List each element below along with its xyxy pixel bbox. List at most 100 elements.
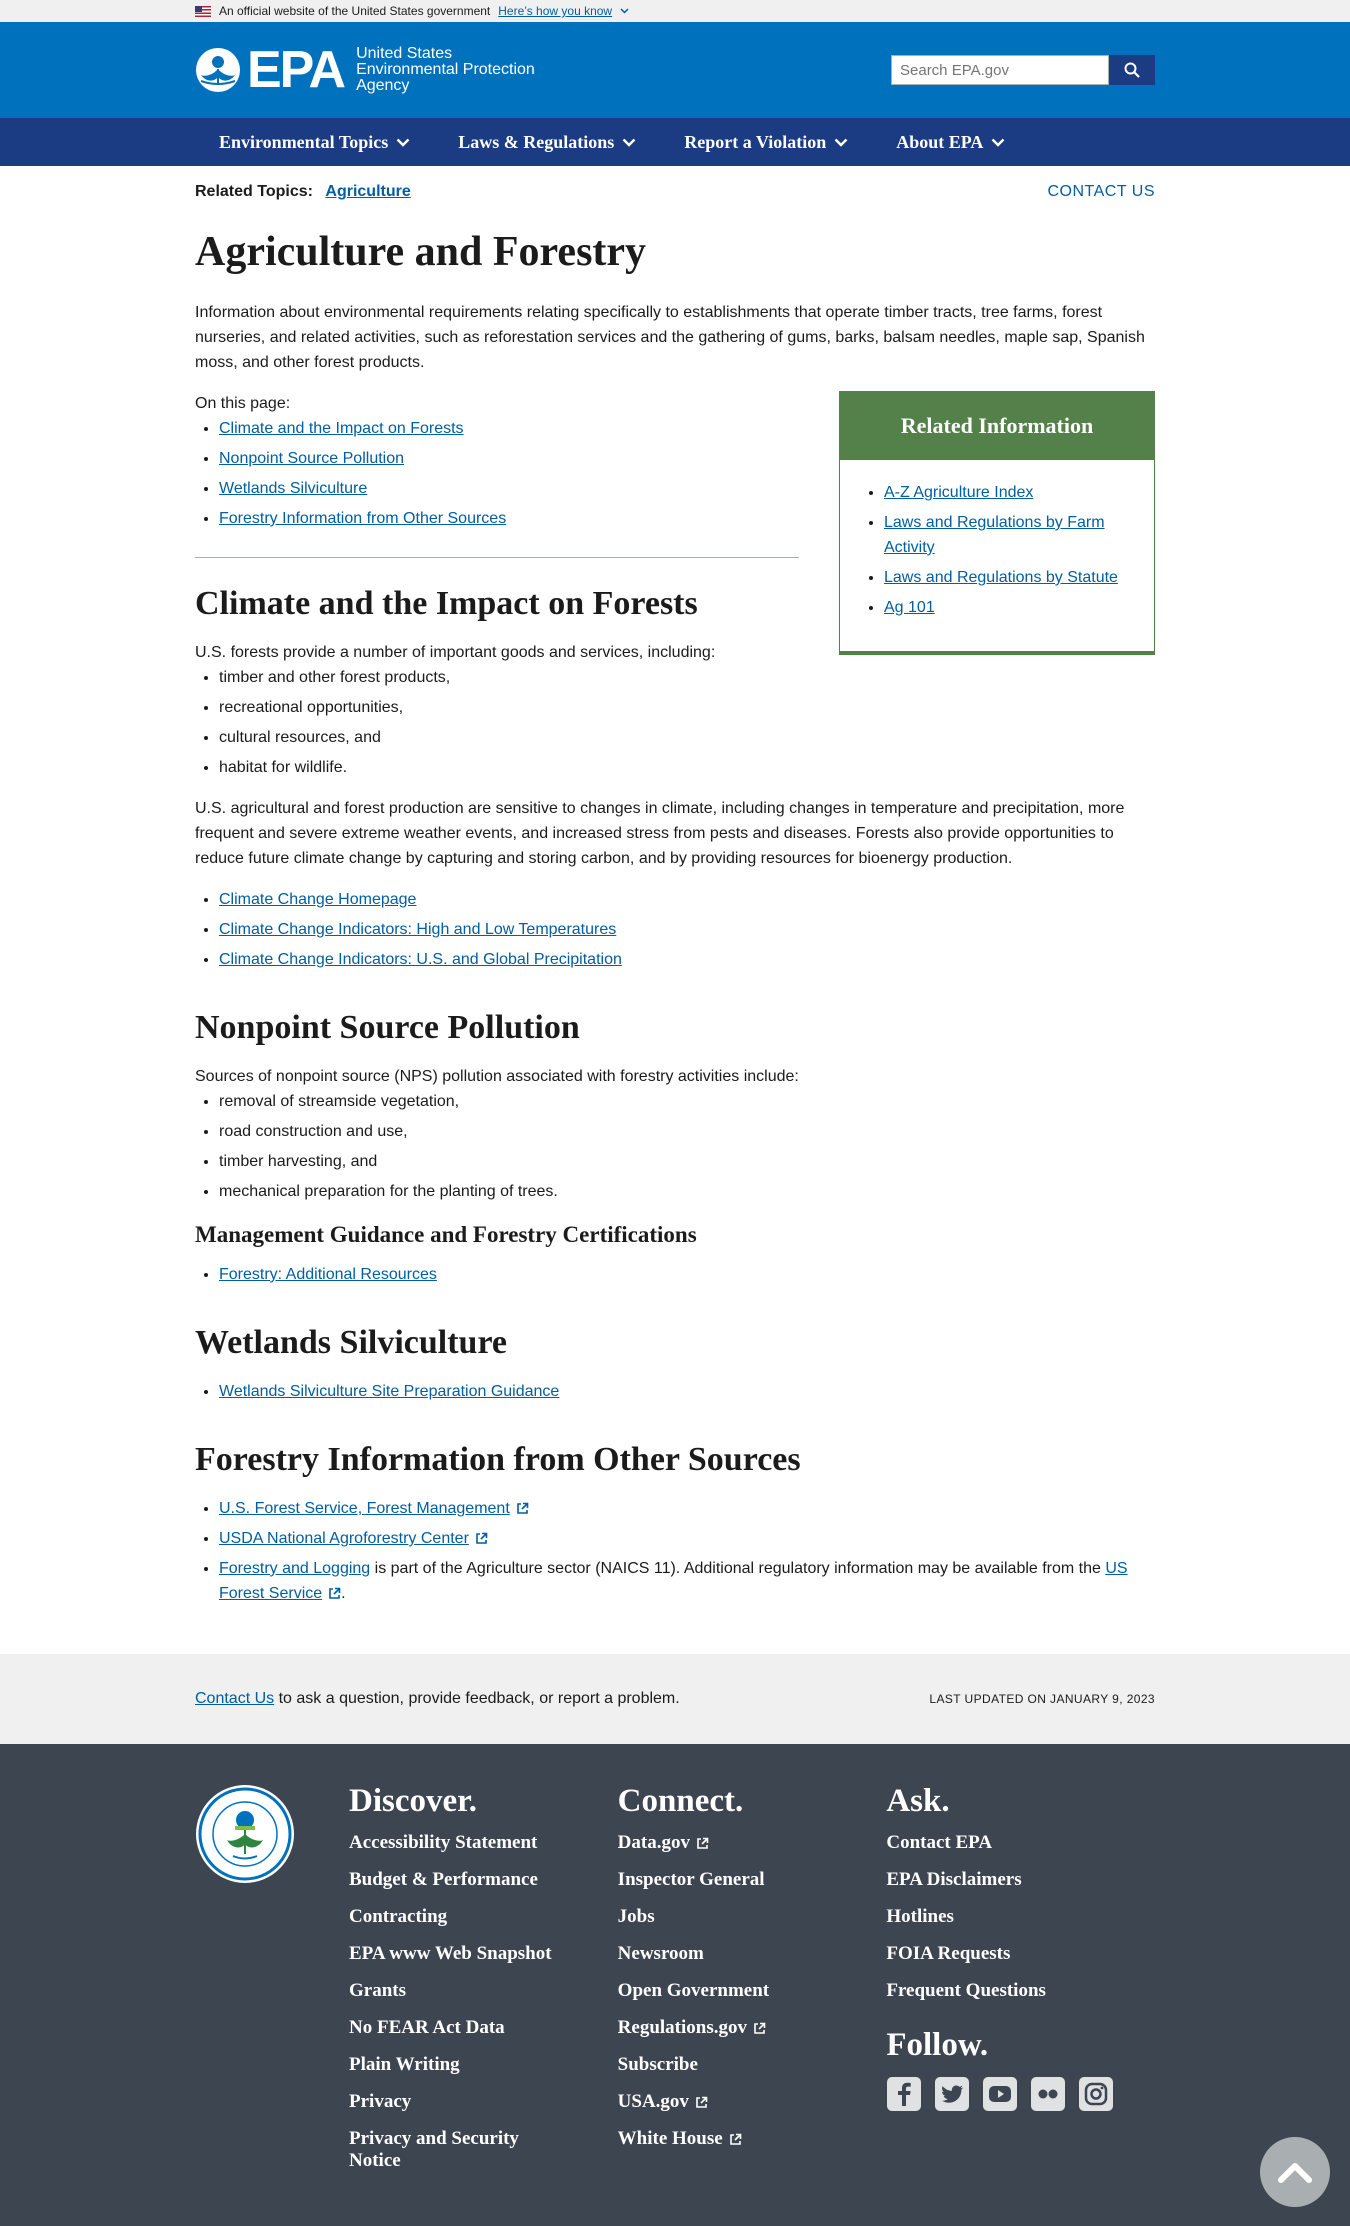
subheading-management-guidance: Management Guidance and Forestry Certifi… xyxy=(195,1222,697,1247)
divider xyxy=(195,557,799,558)
gov-banner: An official website of the United States… xyxy=(0,0,1350,22)
instagram-icon[interactable] xyxy=(1078,2076,1114,2112)
agroforestry-center-link[interactable]: USDA National Agroforestry Center xyxy=(219,1530,469,1547)
list-item: cultural resources, and xyxy=(219,725,1155,750)
nav-report-violation[interactable]: Report a Violation xyxy=(660,132,872,153)
search-input[interactable] xyxy=(891,55,1109,85)
forestry-resources-link[interactable]: Forestry: Additional Resources xyxy=(219,1266,437,1283)
back-to-top-button[interactable] xyxy=(1260,2137,1330,2207)
footer-link[interactable]: Newsroom xyxy=(618,1943,887,1965)
chevron-down-icon xyxy=(834,138,848,147)
gov-banner-text: An official website of the United States… xyxy=(219,4,491,18)
related-topic-agriculture-link[interactable]: Agriculture xyxy=(325,183,410,200)
toc-link[interactable]: Forestry Information from Other Sources xyxy=(219,510,506,527)
footer-link[interactable]: Grants xyxy=(349,1980,618,2002)
heres-how-you-know-link[interactable]: Here’s how you know xyxy=(498,0,612,22)
nav-environmental-topics[interactable]: Environmental Topics xyxy=(195,132,434,153)
forest-service-link[interactable]: U.S. Forest Service, Forest Management xyxy=(219,1500,510,1517)
facebook-icon[interactable] xyxy=(886,2076,922,2112)
intro-paragraph: Information about environmental requirem… xyxy=(195,304,1145,371)
footer-link[interactable]: Inspector General xyxy=(618,1869,887,1891)
footer-link[interactable]: No FEAR Act Data xyxy=(349,2017,618,2039)
external-link-icon xyxy=(754,2022,766,2034)
main-content: Related Topics: Agriculture CONTACT US A… xyxy=(0,166,1350,2226)
footer-ask: Ask. Contact EPA EPA Disclaimers Hotline… xyxy=(886,1784,1155,2187)
footer-link-item[interactable]: Data.gov xyxy=(618,1832,887,1854)
search-icon xyxy=(1124,62,1140,78)
toc-link[interactable]: Nonpoint Source Pollution xyxy=(219,450,404,467)
forestry-logging-link[interactable]: Forestry and Logging xyxy=(219,1560,370,1577)
chevron-down-icon xyxy=(396,138,410,147)
twitter-icon[interactable] xyxy=(934,2076,970,2112)
footer-link[interactable]: EPA www Web Snapshot xyxy=(349,1943,618,1965)
footer-link[interactable]: Hotlines xyxy=(886,1906,1155,1928)
social-links xyxy=(886,2076,1155,2112)
chevron-up-icon xyxy=(1278,2163,1312,2183)
flickr-icon[interactable] xyxy=(1030,2076,1066,2112)
footer-link-item[interactable]: USA.gov xyxy=(618,2091,887,2113)
footer-link[interactable]: Subscribe xyxy=(618,2054,887,2076)
footer-link[interactable]: Budget & Performance xyxy=(349,1869,618,1891)
list-item: removal of streamside vegetation, xyxy=(219,1089,1155,1114)
climate-link[interactable]: Climate Change Indicators: U.S. and Glob… xyxy=(219,951,622,968)
sidebar-link[interactable]: Laws and Regulations by Farm Activity xyxy=(884,514,1105,556)
nps-lead: Sources of nonpoint source (NPS) polluti… xyxy=(195,1068,799,1085)
external-link-icon xyxy=(516,1502,529,1514)
agency-name: United States Environmental Protection A… xyxy=(356,45,535,94)
section-heading-wetlands: Wetlands Silviculture xyxy=(195,1324,508,1361)
site-footer: Discover. Accessibility Statement Budget… xyxy=(0,1744,1350,2226)
footer-link-item[interactable]: Regulations.gov xyxy=(618,2017,887,2039)
epa-logo[interactable]: EPA United States Environmental Protecti… xyxy=(195,44,535,96)
last-updated: LAST UPDATED ON JANUARY 9, 2023 xyxy=(929,1692,1155,1706)
footer-link[interactable]: EPA Disclaimers xyxy=(886,1869,1155,1891)
us-flag-icon xyxy=(195,5,211,17)
main-nav: Environmental Topics Laws & Regulations … xyxy=(0,118,1350,166)
footer-link[interactable]: Accessibility Statement xyxy=(349,1832,618,1854)
external-link-icon xyxy=(476,1532,488,1544)
footer-connect: Connect. Data.gov Inspector General Jobs… xyxy=(618,1784,887,2187)
youtube-icon[interactable] xyxy=(982,2076,1018,2112)
toc-link[interactable]: Climate and the Impact on Forests xyxy=(219,420,464,437)
search-form xyxy=(891,55,1155,85)
footer-link[interactable]: Contracting xyxy=(349,1906,618,1928)
feedback-bar: Contact Us to ask a question, provide fe… xyxy=(0,1654,1350,1744)
list-item: road construction and use, xyxy=(219,1119,1155,1144)
footer-heading-follow: Follow. xyxy=(886,2027,989,2063)
footer-link-item[interactable]: White House xyxy=(618,2128,887,2150)
climate-link[interactable]: Climate Change Homepage xyxy=(219,891,416,908)
chevron-down-icon xyxy=(622,138,636,147)
wetlands-guidance-link[interactable]: Wetlands Silviculture Site Preparation G… xyxy=(219,1383,559,1400)
section-heading-other-sources: Forestry Information from Other Sources xyxy=(195,1441,801,1478)
contact-us-link[interactable]: CONTACT US xyxy=(1047,183,1155,201)
footer-link[interactable]: Jobs xyxy=(618,1906,887,1928)
footer-link[interactable]: Privacy xyxy=(349,2091,618,2113)
on-this-page: On this page: Climate and the Impact on … xyxy=(195,391,799,531)
external-link-icon xyxy=(329,1587,341,1599)
external-link-icon xyxy=(729,2133,742,2145)
footer-link[interactable]: Frequent Questions xyxy=(886,1980,1155,2002)
list-item: mechanical preparation for the planting … xyxy=(219,1179,1155,1204)
footer-link[interactable]: FOIA Requests xyxy=(886,1943,1155,1965)
footer-link[interactable]: Privacy and Security Notice xyxy=(349,2128,559,2172)
chevron-down-icon[interactable] xyxy=(620,0,629,22)
related-information-box: Related Information A-Z Agriculture Inde… xyxy=(839,391,1155,655)
footer-discover: Discover. Accessibility Statement Budget… xyxy=(349,1784,618,2187)
feedback-contact-link[interactable]: Contact Us xyxy=(195,1690,274,1707)
climate-link[interactable]: Climate Change Indicators: High and Low … xyxy=(219,921,616,938)
footer-link[interactable]: Contact EPA xyxy=(886,1832,1155,1854)
toc-link[interactable]: Wetlands Silviculture xyxy=(219,480,367,497)
related-information-title: Related Information xyxy=(840,392,1154,460)
search-button[interactable] xyxy=(1109,55,1155,85)
footer-link[interactable]: Plain Writing xyxy=(349,2054,618,2076)
sidebar-link[interactable]: A-Z Agriculture Index xyxy=(884,484,1033,501)
list-item: timber harvesting, and xyxy=(219,1149,1155,1174)
footer-link[interactable]: Open Government xyxy=(618,1980,887,2002)
list-item: habitat for wildlife. xyxy=(219,755,1155,780)
section-heading-nps: Nonpoint Source Pollution xyxy=(195,1009,580,1046)
nav-laws-regulations[interactable]: Laws & Regulations xyxy=(434,132,660,153)
sidebar-link[interactable]: Ag 101 xyxy=(884,599,935,616)
nav-about-epa[interactable]: About EPA xyxy=(872,132,1029,153)
footer-heading: Connect. xyxy=(617,1783,744,1819)
list-item: recreational opportunities, xyxy=(219,695,1155,720)
sidebar-link[interactable]: Laws and Regulations by Statute xyxy=(884,569,1118,586)
